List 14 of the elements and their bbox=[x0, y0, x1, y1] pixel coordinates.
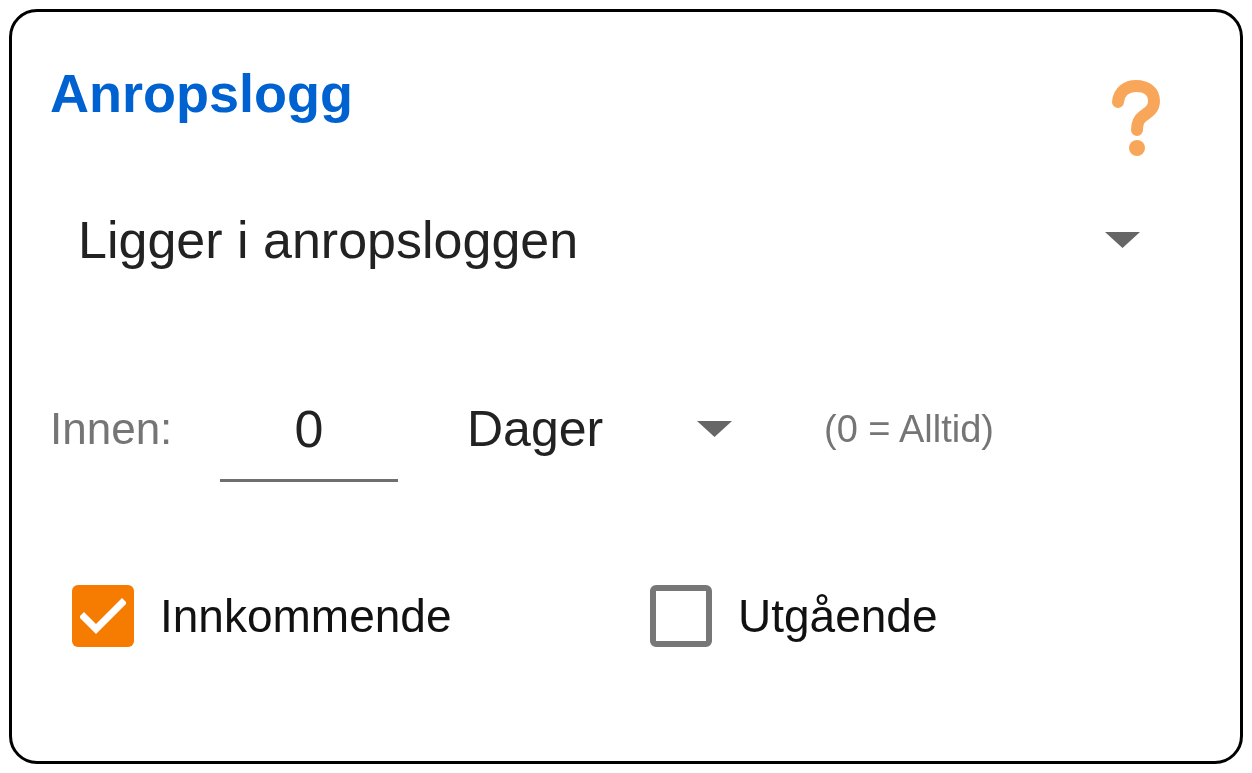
within-label: Innen: bbox=[50, 403, 174, 455]
checkbox[interactable] bbox=[72, 585, 134, 647]
caret-icon bbox=[697, 421, 732, 437]
checkbox-label[interactable]: Utgående bbox=[738, 588, 938, 644]
unit-dropdown[interactable]: Dager bbox=[455, 401, 745, 457]
check-icon bbox=[80, 598, 126, 634]
hint-text: (0 = Alltid) bbox=[824, 407, 995, 452]
condition-dropdown[interactable]: Ligger i anropsloggen bbox=[66, 205, 1160, 275]
caret-icon bbox=[1105, 232, 1140, 248]
checkbox-label[interactable]: Innkommende bbox=[160, 588, 452, 644]
help-icon[interactable] bbox=[1110, 80, 1160, 157]
days-input[interactable]: 0 bbox=[220, 401, 398, 482]
checkbox[interactable] bbox=[650, 585, 712, 647]
card-title: Anropslogg bbox=[50, 62, 353, 125]
